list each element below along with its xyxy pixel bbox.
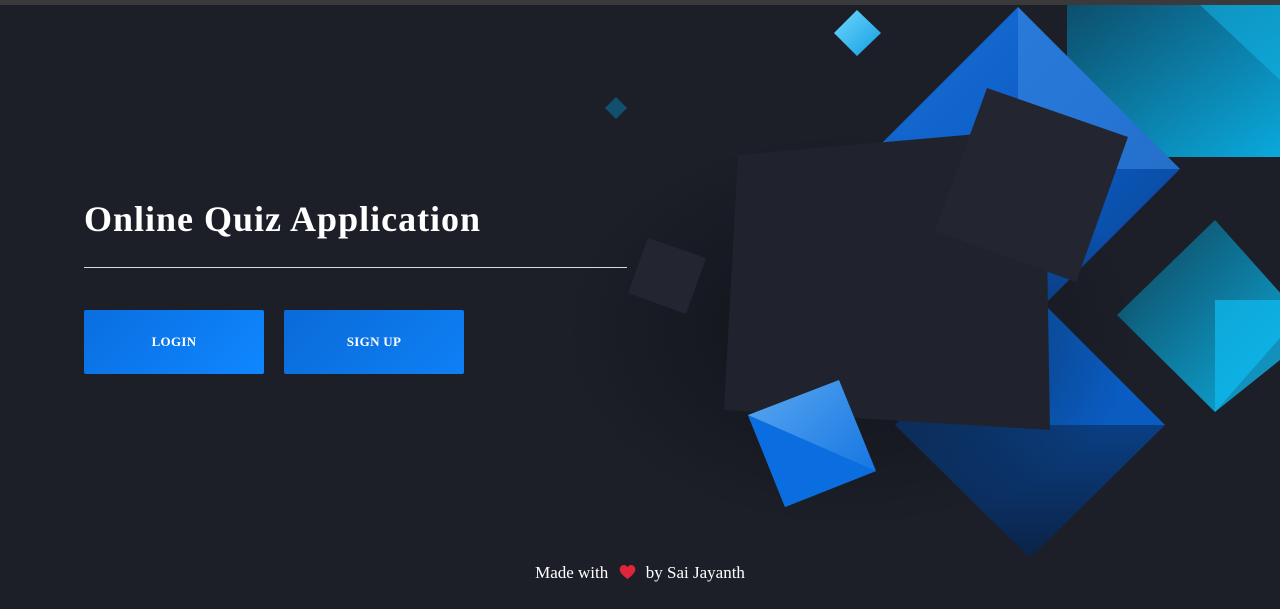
footer-credit: Made with by Sai Jayanth (0, 563, 1280, 585)
landing-page: Online Quiz Application LOGIN SIGN UP Ma… (0, 0, 1280, 609)
tiny-teal-diamond (605, 97, 627, 119)
heart-icon (619, 564, 636, 585)
login-button[interactable]: LOGIN (84, 310, 264, 374)
background-geometric-art (560, 5, 1280, 558)
title-divider (84, 267, 627, 268)
top-cyan-gem (834, 10, 881, 56)
cyan-diamond-facet (1215, 300, 1280, 412)
footer-prefix: Made with (535, 563, 609, 582)
footer-suffix: by Sai Jayanth (645, 563, 745, 582)
page-title: Online Quiz Application (84, 199, 482, 239)
signup-button[interactable]: SIGN UP (284, 310, 464, 374)
